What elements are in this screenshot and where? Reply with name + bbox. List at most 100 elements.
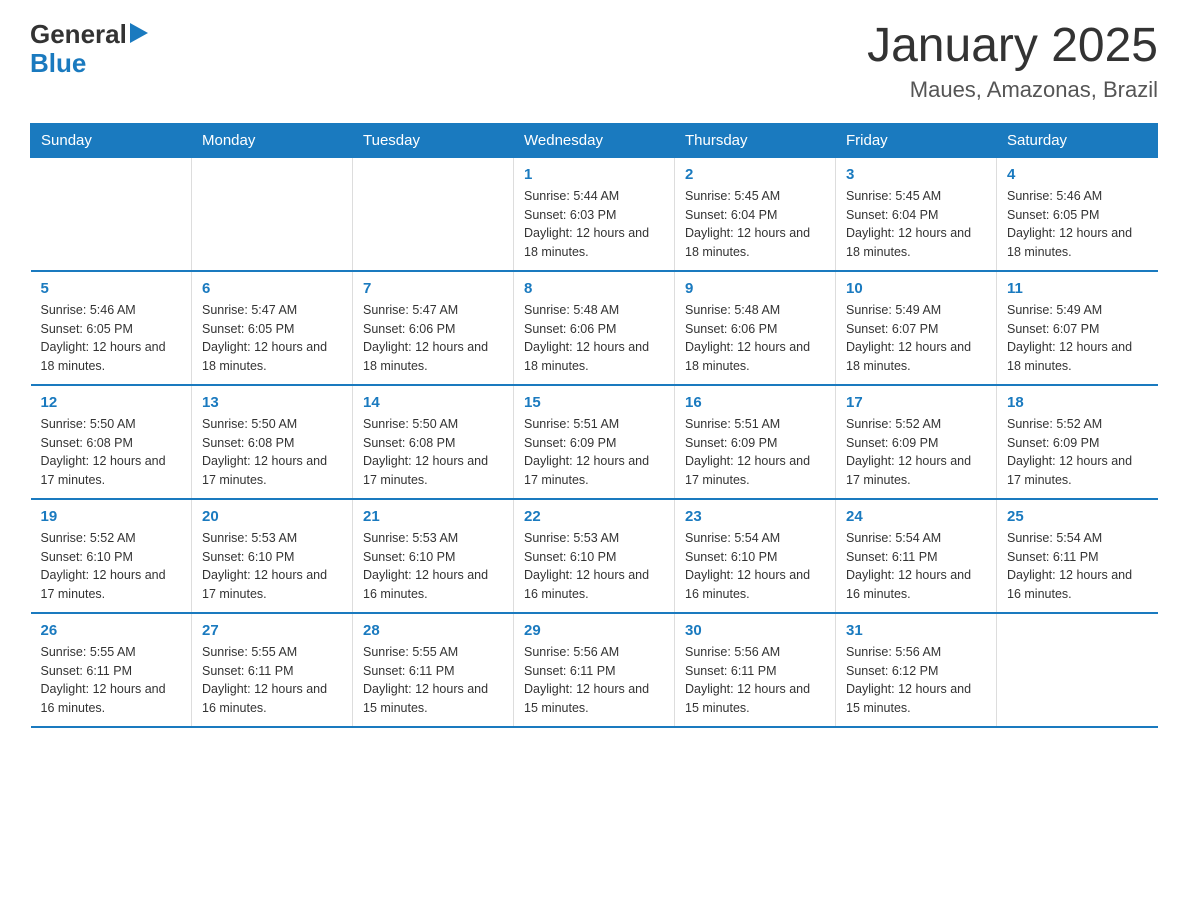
sunset: Sunset: 6:09 PM bbox=[1007, 434, 1148, 453]
calendar-cell: 4Sunrise: 5:46 AMSunset: 6:05 PMDaylight… bbox=[997, 157, 1158, 271]
daylight: Daylight: 12 hours and 18 minutes. bbox=[524, 338, 664, 376]
sunrise: Sunrise: 5:47 AM bbox=[363, 301, 503, 320]
calendar-cell bbox=[997, 613, 1158, 727]
calendar-cell: 12 Sunrise: 5:50 AMSunset: 6:08 PMDayligh… bbox=[31, 385, 192, 499]
sunrise: Sunrise: 5:52 AM bbox=[846, 415, 986, 434]
daylight: Daylight: 12 hours and 16 minutes. bbox=[363, 566, 503, 604]
sunrise: Sunrise: 5:53 AM bbox=[202, 529, 342, 548]
sunrise: Sunrise: 5:52 AM bbox=[41, 529, 182, 548]
logo-blue: Blue bbox=[30, 49, 148, 78]
day-info: Sunrise: 5:49 AMSunset: 6:07 PMDaylight:… bbox=[846, 301, 986, 376]
sunset: Sunset: 6:06 PM bbox=[685, 320, 825, 339]
sunset: Sunset: 6:10 PM bbox=[685, 548, 825, 567]
page-header: General Blue January 2025 Maues, Amazona… bbox=[30, 20, 1158, 103]
day-number: 16 bbox=[685, 394, 825, 411]
calendar-cell: 3Sunrise: 5:45 AMSunset: 6:04 PMDaylight… bbox=[836, 157, 997, 271]
sunset: Sunset: 6:04 PM bbox=[846, 206, 986, 225]
day-info: Sunrise: 5:54 AMSunset: 6:11 PMDaylight:… bbox=[1007, 529, 1148, 604]
daylight: Daylight: 12 hours and 15 minutes. bbox=[524, 680, 664, 718]
sunrise: Sunrise: 5:46 AM bbox=[41, 301, 182, 320]
header-cell-sunday: Sunday bbox=[31, 123, 192, 157]
daylight: Daylight: 12 hours and 17 minutes. bbox=[41, 452, 182, 490]
sunrise: Sunrise: 5:50 AM bbox=[202, 415, 342, 434]
sunrise: Sunrise: 5:50 AM bbox=[41, 415, 182, 434]
sunrise: Sunrise: 5:55 AM bbox=[202, 643, 342, 662]
day-info: Sunrise: 5:54 AMSunset: 6:10 PMDaylight:… bbox=[685, 529, 825, 604]
sunset: Sunset: 6:11 PM bbox=[846, 548, 986, 567]
daylight: Daylight: 12 hours and 17 minutes. bbox=[363, 452, 503, 490]
day-info: Sunrise: 5:50 AMSunset: 6:08 PMDaylight:… bbox=[41, 415, 182, 490]
day-number: 29 bbox=[524, 622, 664, 639]
day-info: Sunrise: 5:56 AMSunset: 6:11 PMDaylight:… bbox=[685, 643, 825, 718]
daylight: Daylight: 12 hours and 17 minutes. bbox=[524, 452, 664, 490]
day-number: 15 bbox=[524, 394, 664, 411]
day-info: Sunrise: 5:48 AMSunset: 6:06 PMDaylight:… bbox=[524, 301, 664, 376]
calendar-cell: 24Sunrise: 5:54 AMSunset: 6:11 PMDayligh… bbox=[836, 499, 997, 613]
day-info: Sunrise: 5:55 AMSunset: 6:11 PMDaylight:… bbox=[363, 643, 503, 718]
daylight: Daylight: 12 hours and 18 minutes. bbox=[846, 224, 986, 262]
day-info: Sunrise: 5:55 AMSunset: 6:11 PMDaylight:… bbox=[202, 643, 342, 718]
calendar-cell: 2Sunrise: 5:45 AMSunset: 6:04 PMDaylight… bbox=[675, 157, 836, 271]
sunrise: Sunrise: 5:54 AM bbox=[846, 529, 986, 548]
daylight: Daylight: 12 hours and 18 minutes. bbox=[202, 338, 342, 376]
calendar-cell: 20Sunrise: 5:53 AMSunset: 6:10 PMDayligh… bbox=[192, 499, 353, 613]
sunset: Sunset: 6:05 PM bbox=[202, 320, 342, 339]
day-number: 17 bbox=[846, 394, 986, 411]
sunrise: Sunrise: 5:56 AM bbox=[524, 643, 664, 662]
day-info: Sunrise: 5:44 AMSunset: 6:03 PMDaylight:… bbox=[524, 187, 664, 262]
calendar-subtitle: Maues, Amazonas, Brazil bbox=[867, 77, 1158, 103]
sunset: Sunset: 6:11 PM bbox=[685, 662, 825, 681]
day-number: 7 bbox=[363, 280, 503, 297]
header-cell-monday: Monday bbox=[192, 123, 353, 157]
sunset: Sunset: 6:11 PM bbox=[1007, 548, 1148, 567]
sunset: Sunset: 6:06 PM bbox=[524, 320, 664, 339]
sunset: Sunset: 6:07 PM bbox=[1007, 320, 1148, 339]
daylight: Daylight: 12 hours and 18 minutes. bbox=[685, 224, 825, 262]
day-number: 13 bbox=[202, 394, 342, 411]
day-info: Sunrise: 5:45 AMSunset: 6:04 PMDaylight:… bbox=[685, 187, 825, 262]
logo-arrow-icon bbox=[130, 23, 148, 43]
calendar-cell: 21Sunrise: 5:53 AMSunset: 6:10 PMDayligh… bbox=[353, 499, 514, 613]
calendar-cell: 16Sunrise: 5:51 AMSunset: 6:09 PMDayligh… bbox=[675, 385, 836, 499]
sunrise: Sunrise: 5:49 AM bbox=[846, 301, 986, 320]
sunrise: Sunrise: 5:56 AM bbox=[685, 643, 825, 662]
sunrise: Sunrise: 5:45 AM bbox=[846, 187, 986, 206]
day-info: Sunrise: 5:47 AMSunset: 6:05 PMDaylight:… bbox=[202, 301, 342, 376]
sunrise: Sunrise: 5:54 AM bbox=[1007, 529, 1148, 548]
daylight: Daylight: 12 hours and 16 minutes. bbox=[1007, 566, 1148, 604]
calendar-cell: 15Sunrise: 5:51 AMSunset: 6:09 PMDayligh… bbox=[514, 385, 675, 499]
day-number: 20 bbox=[202, 508, 342, 525]
calendar-cell: 28Sunrise: 5:55 AMSunset: 6:11 PMDayligh… bbox=[353, 613, 514, 727]
sunset: Sunset: 6:05 PM bbox=[41, 320, 182, 339]
calendar-cell: 1 Sunrise: 5:44 AMSunset: 6:03 PMDaylight… bbox=[514, 157, 675, 271]
daylight: Daylight: 12 hours and 18 minutes. bbox=[363, 338, 503, 376]
day-info: Sunrise: 5:50 AMSunset: 6:08 PMDaylight:… bbox=[202, 415, 342, 490]
sunset: Sunset: 6:05 PM bbox=[1007, 206, 1148, 225]
daylight: Daylight: 12 hours and 15 minutes. bbox=[685, 680, 825, 718]
calendar-cell: 30Sunrise: 5:56 AMSunset: 6:11 PMDayligh… bbox=[675, 613, 836, 727]
day-number: 12 bbox=[41, 394, 182, 411]
daylight: Daylight: 12 hours and 16 minutes. bbox=[202, 680, 342, 718]
calendar-cell: 9Sunrise: 5:48 AMSunset: 6:06 PMDaylight… bbox=[675, 271, 836, 385]
day-number: 1 bbox=[524, 166, 664, 183]
calendar-cell: 23 Sunrise: 5:54 AMSunset: 6:10 PMDayligh… bbox=[675, 499, 836, 613]
header-cell-wednesday: Wednesday bbox=[514, 123, 675, 157]
calendar-cell: 14Sunrise: 5:50 AMSunset: 6:08 PMDayligh… bbox=[353, 385, 514, 499]
week-row-3: 12 Sunrise: 5:50 AMSunset: 6:08 PMDayligh… bbox=[31, 385, 1158, 499]
day-info: Sunrise: 5:55 AMSunset: 6:11 PMDaylight:… bbox=[41, 643, 182, 718]
day-number: 23 bbox=[685, 508, 825, 525]
header-cell-tuesday: Tuesday bbox=[353, 123, 514, 157]
day-number: 6 bbox=[202, 280, 342, 297]
day-number: 26 bbox=[41, 622, 182, 639]
calendar-cell: 11Sunrise: 5:49 AMSunset: 6:07 PMDayligh… bbox=[997, 271, 1158, 385]
calendar-cell: 26 Sunrise: 5:55 AMSunset: 6:11 PMDayligh… bbox=[31, 613, 192, 727]
day-info: Sunrise: 5:52 AMSunset: 6:10 PMDaylight:… bbox=[41, 529, 182, 604]
sunset: Sunset: 6:09 PM bbox=[524, 434, 664, 453]
sunrise: Sunrise: 5:46 AM bbox=[1007, 187, 1148, 206]
sunrise: Sunrise: 5:55 AM bbox=[41, 643, 182, 662]
calendar-title: January 2025 bbox=[867, 20, 1158, 73]
daylight: Daylight: 12 hours and 15 minutes. bbox=[363, 680, 503, 718]
day-number: 9 bbox=[685, 280, 825, 297]
calendar-cell: 6 Sunrise: 5:47 AMSunset: 6:05 PMDaylight… bbox=[192, 271, 353, 385]
header-row: SundayMondayTuesdayWednesdayThursdayFrid… bbox=[31, 123, 1158, 157]
